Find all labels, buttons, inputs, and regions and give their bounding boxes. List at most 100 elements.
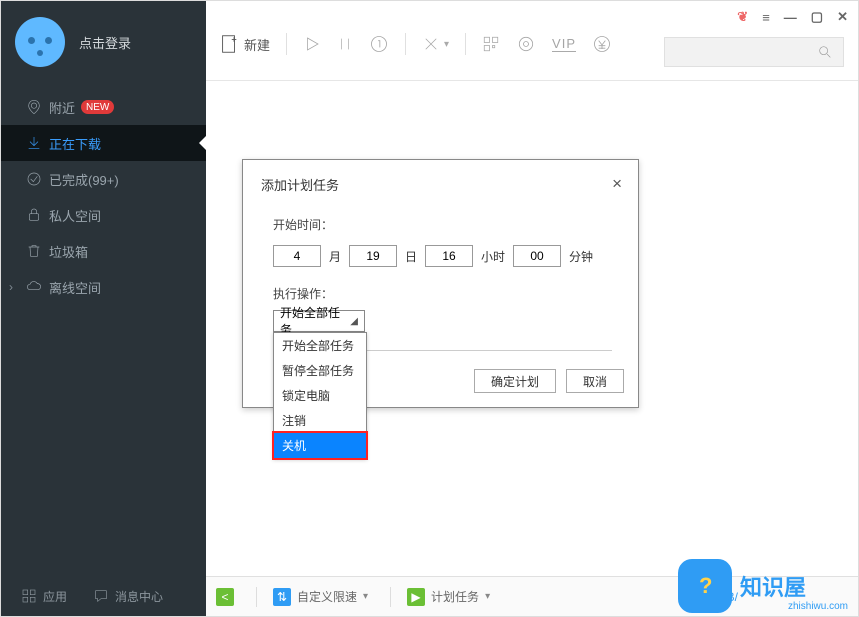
sidebar-item-offline[interactable]: › 离线空间 (1, 269, 206, 305)
messages-label: 消息中心 (115, 588, 163, 605)
modal-close-button[interactable]: × (612, 174, 622, 194)
play-icon: ▶ (407, 588, 425, 606)
messages-button[interactable]: 消息中心 (93, 588, 163, 605)
sidebar-item-nearby[interactable]: 附近 NEW (1, 89, 206, 125)
minute-unit: 分钟 (569, 248, 593, 265)
circle-one-icon (369, 34, 389, 54)
x-icon (422, 35, 440, 53)
start-button[interactable] (303, 35, 321, 53)
chevron-left-icon: < (216, 588, 234, 606)
sidebar-bottom: 应用 消息中心 (1, 576, 206, 616)
login-label[interactable]: 点击登录 (79, 33, 131, 52)
apps-button[interactable]: 应用 (21, 588, 67, 605)
new-badge: NEW (81, 100, 114, 114)
sidebar-item-label: 垃圾箱 (49, 242, 88, 261)
action-label: 执行操作： (273, 287, 333, 301)
watermark-text: 知识屋 (740, 570, 806, 602)
speed-limit-button[interactable]: ⇅ 自定义限速 ▾ (273, 588, 368, 606)
dropdown-option[interactable]: 暂停全部任务 (274, 358, 366, 383)
skin-icon[interactable]: ❦ (737, 9, 748, 25)
scheduled-task-modal: 添加计划任务 × 开始时间： 4 月 19 日 16 小时 00 分钟 执行操作… (242, 159, 639, 408)
search-icon (817, 44, 833, 60)
new-label: 新建 (244, 35, 270, 54)
month-unit: 月 (329, 248, 341, 265)
sidebar: 点击登录 附近 NEW 正在下载 已完成(99+) 私人空间 (1, 1, 206, 616)
status-left-button[interactable]: < (216, 588, 234, 606)
chevron-down-icon: ◢ (350, 316, 358, 327)
confirm-button[interactable]: 确定计划 (474, 369, 556, 393)
coin-icon (592, 34, 612, 54)
watermark: 知识屋 zhishiwu.com (678, 556, 858, 616)
speed-limit-label: 自定义限速 (297, 588, 357, 605)
chevron-down-icon: ▾ (363, 591, 368, 602)
sidebar-item-completed[interactable]: 已完成(99+) (1, 161, 206, 197)
top-area: ❦ ≡ — ▢ ✕ 新建 ▾ VIP (206, 1, 858, 81)
maximize-button[interactable]: ▢ (811, 9, 823, 25)
action-dropdown: 开始全部任务 暂停全部任务 锁定电脑 注销 关机 (273, 332, 367, 459)
sidebar-item-label: 已完成(99+) (49, 170, 119, 189)
divider (465, 33, 466, 55)
search-input[interactable] (664, 37, 844, 67)
avatar[interactable] (15, 17, 65, 67)
sidebar-item-label: 正在下载 (49, 134, 101, 153)
sidebar-item-label: 附近 (49, 98, 75, 117)
sidebar-nav: 附近 NEW 正在下载 已完成(99+) 私人空间 垃圾箱 (1, 89, 206, 305)
time-row: 4 月 19 日 16 小时 00 分钟 (273, 245, 612, 267)
target-button[interactable] (516, 34, 536, 54)
pause-icon (337, 35, 353, 53)
check-circle-icon (25, 170, 43, 188)
day-input[interactable]: 19 (349, 245, 397, 267)
chat-icon (93, 588, 109, 604)
modal-title: 添加计划任务 (261, 175, 339, 194)
hour-unit: 小时 (481, 248, 505, 265)
dropdown-option[interactable]: 注销 (274, 408, 366, 433)
download-icon (25, 134, 43, 152)
play-icon (303, 35, 321, 53)
cloud-icon (25, 278, 43, 296)
menu-icon[interactable]: ≡ (762, 10, 770, 25)
dropdown-option[interactable]: 锁定电脑 (274, 383, 366, 408)
minute-input[interactable]: 00 (513, 245, 561, 267)
new-task-button[interactable]: 新建 (218, 33, 270, 55)
watermark-icon (678, 559, 732, 613)
grid-icon (21, 588, 37, 604)
divider (405, 33, 406, 55)
user-area[interactable]: 点击登录 (1, 1, 206, 83)
qr-button[interactable] (482, 35, 500, 53)
chevron-right-icon: › (9, 280, 13, 294)
priority-button[interactable] (369, 34, 389, 54)
trash-icon (25, 242, 43, 260)
new-file-icon (218, 33, 240, 55)
minimize-button[interactable]: — (784, 10, 797, 25)
vip-button[interactable]: VIP (552, 36, 576, 52)
sidebar-item-downloading[interactable]: 正在下载 (1, 125, 206, 161)
toolbar: 新建 ▾ VIP (218, 33, 612, 55)
main-content: 添加计划任务 × 开始时间： 4 月 19 日 16 小时 00 分钟 执行操作… (206, 81, 858, 576)
action-select[interactable]: 开始全部任务 ◢ 开始全部任务 暂停全部任务 锁定电脑 注销 关机 (273, 310, 365, 332)
sidebar-item-trash[interactable]: 垃圾箱 (1, 233, 206, 269)
divider (286, 33, 287, 55)
dropdown-option-shutdown[interactable]: 关机 (274, 433, 366, 458)
sidebar-item-label: 私人空间 (49, 206, 101, 225)
dropdown-option[interactable]: 开始全部任务 (274, 333, 366, 358)
start-time-label: 开始时间： (273, 218, 333, 232)
pause-button[interactable] (337, 35, 353, 53)
coin-button[interactable] (592, 34, 612, 54)
chevron-down-icon: ▾ (485, 591, 490, 602)
location-icon (25, 98, 43, 116)
sidebar-item-private[interactable]: 私人空间 (1, 197, 206, 233)
day-unit: 日 (405, 248, 417, 265)
apps-label: 应用 (43, 588, 67, 605)
scheduled-task-button[interactable]: ▶ 计划任务 ▾ (407, 588, 490, 606)
sidebar-item-label: 离线空间 (49, 278, 101, 297)
swap-icon: ⇅ (273, 588, 291, 606)
cancel-button[interactable]: 取消 (566, 369, 624, 393)
watermark-sub: zhishiwu.com (788, 601, 848, 612)
qr-icon (482, 35, 500, 53)
target-icon (516, 34, 536, 54)
scheduled-label: 计划任务 (431, 588, 479, 605)
delete-button[interactable]: ▾ (422, 35, 449, 53)
hour-input[interactable]: 16 (425, 245, 473, 267)
month-input[interactable]: 4 (273, 245, 321, 267)
close-button[interactable]: ✕ (837, 9, 848, 25)
